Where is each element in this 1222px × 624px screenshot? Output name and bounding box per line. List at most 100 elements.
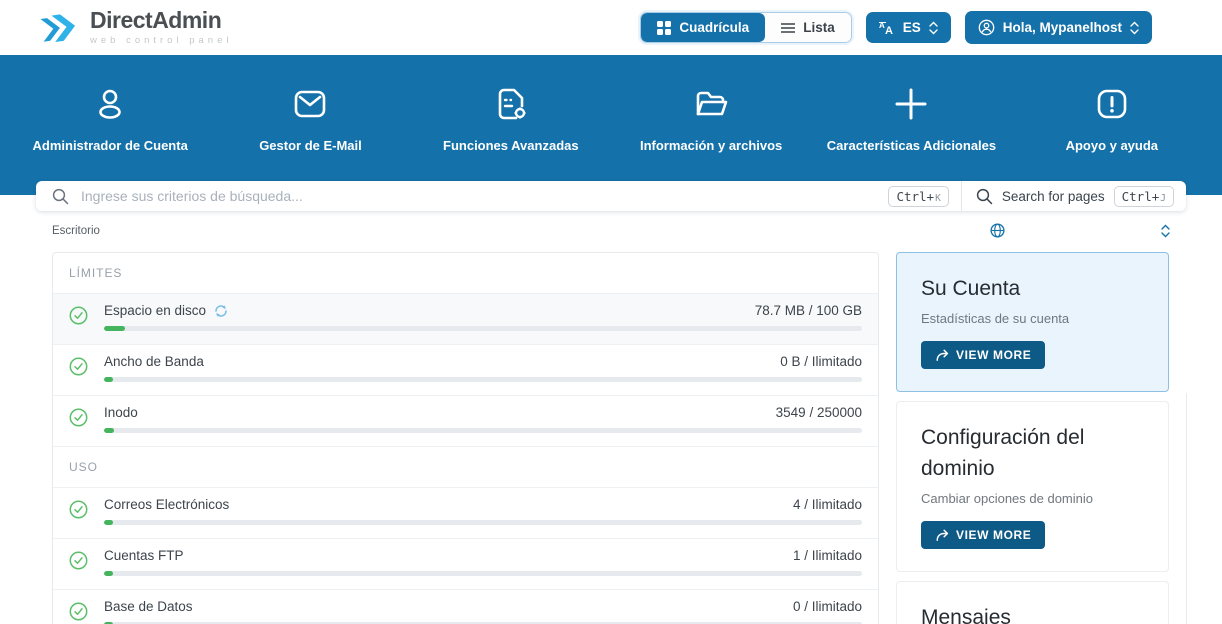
card-domain-setup: Configuración del dominio Cambiar opcion… bbox=[896, 401, 1169, 572]
grid-view-label: Cuadrícula bbox=[679, 20, 749, 35]
stat-label: Ancho de Banda bbox=[104, 354, 204, 369]
chevron-up-down-icon bbox=[1161, 224, 1170, 238]
view-more-label: VIEW MORE bbox=[956, 528, 1031, 542]
stat-label: Correos Electrónicos bbox=[104, 497, 229, 512]
card-your-account: Su Cuenta Estadísticas de su cuenta VIEW… bbox=[896, 252, 1169, 392]
breadcrumb[interactable]: Escritorio bbox=[52, 225, 100, 237]
stat-row-bandwidth[interactable]: Ancho de Banda 0 B / Ilimitado bbox=[53, 345, 878, 396]
search-icon bbox=[976, 188, 993, 205]
nav-item-email-manager[interactable]: Gestor de E-Mail bbox=[215, 83, 405, 153]
stat-row-emails[interactable]: Correos Electrónicos 4 / Ilimitado bbox=[53, 488, 878, 539]
global-search-bar: Ctrl+ K Search for pages Ctrl+ J bbox=[36, 181, 1186, 211]
nav-item-advanced-features[interactable]: Funciones Avanzadas bbox=[416, 83, 606, 153]
stat-value: 4 / Ilimitado bbox=[793, 497, 862, 512]
check-circle-icon bbox=[69, 551, 88, 576]
stat-row-inode[interactable]: Inodo 3549 / 250000 bbox=[53, 396, 878, 447]
card-title: Mensajes bbox=[921, 603, 1144, 624]
nav-item-label: Información y archivos bbox=[640, 138, 782, 153]
globe-icon bbox=[990, 223, 1005, 238]
check-circle-icon bbox=[69, 408, 88, 433]
progress-bar bbox=[104, 326, 862, 331]
stat-value: 78.7 MB / 100 GB bbox=[755, 303, 862, 318]
stats-card: LÍMITES Espacio en disco bbox=[52, 252, 879, 624]
view-toggle: Cuadrícula Lista bbox=[640, 12, 851, 43]
nav-item-info-files[interactable]: Información y archivos bbox=[616, 83, 806, 153]
user-icon bbox=[89, 83, 131, 125]
chevron-up-down-icon bbox=[1130, 21, 1139, 35]
page-search-label: Search for pages bbox=[1002, 189, 1105, 204]
document-gear-icon bbox=[490, 83, 532, 125]
stat-label: Inodo bbox=[104, 405, 138, 420]
quick-links-sidebar: Su Cuenta Estadísticas de su cuenta VIEW… bbox=[896, 252, 1169, 624]
stat-row-disk-space[interactable]: Espacio en disco 78.7 MB / 100 GB bbox=[53, 294, 878, 345]
nav-item-support-help[interactable]: Apoyo y ayuda bbox=[1017, 83, 1207, 153]
nav-item-label: Apoyo y ayuda bbox=[1066, 138, 1158, 153]
category-nav-band: Administrador de Cuenta Gestor de E-Mail bbox=[0, 55, 1222, 195]
stat-label: Base de Datos bbox=[104, 599, 193, 614]
check-circle-icon bbox=[69, 500, 88, 525]
shortcut-prefix: Ctrl+ bbox=[1122, 189, 1160, 204]
view-more-button[interactable]: VIEW MORE bbox=[921, 521, 1045, 549]
check-circle-icon bbox=[69, 357, 88, 382]
nav-item-extra-features[interactable]: Características Adicionales bbox=[816, 83, 1006, 153]
domain-name-placeholder bbox=[1015, 227, 1151, 235]
directadmin-chevrons-icon bbox=[38, 7, 80, 49]
shortcut-prefix: Ctrl+ bbox=[896, 189, 934, 204]
progress-bar bbox=[104, 428, 862, 433]
card-subtitle: Cambiar opciones de dominio bbox=[921, 491, 1144, 506]
nav-item-label: Gestor de E-Mail bbox=[259, 138, 362, 153]
shortcut-key: K bbox=[935, 193, 941, 204]
search-input[interactable] bbox=[81, 188, 878, 204]
language-selector-button[interactable]: A A ES bbox=[866, 12, 951, 43]
svg-text:A: A bbox=[885, 25, 893, 35]
folder-icon bbox=[690, 83, 732, 125]
list-view-button[interactable]: Lista bbox=[765, 13, 851, 42]
stat-label: Espacio en disco bbox=[104, 303, 206, 318]
stat-value: 0 / Ilimitado bbox=[793, 599, 862, 614]
search-shortcut-badge: Ctrl+ K bbox=[888, 186, 948, 207]
progress-bar bbox=[104, 377, 862, 382]
shortcut-key: J bbox=[1160, 193, 1166, 204]
stat-row-ftp-accounts[interactable]: Cuentas FTP 1 / Ilimitado bbox=[53, 539, 878, 590]
page-search-shortcut-badge: Ctrl+ J bbox=[1114, 186, 1174, 207]
progress-bar bbox=[104, 520, 862, 525]
redo-arrow-icon bbox=[935, 349, 949, 362]
brand-tagline: web control panel bbox=[90, 35, 232, 46]
exclamation-square-icon bbox=[1091, 83, 1133, 125]
check-circle-icon bbox=[69, 602, 88, 624]
grid-view-button[interactable]: Cuadrícula bbox=[641, 13, 765, 42]
view-more-button[interactable]: VIEW MORE bbox=[921, 341, 1045, 369]
content-right-divider bbox=[1186, 393, 1187, 624]
check-circle-icon bbox=[69, 306, 88, 331]
view-more-label: VIEW MORE bbox=[956, 348, 1031, 362]
user-circle-icon bbox=[978, 19, 995, 36]
user-menu-label: Hola, Mypanelhost bbox=[1003, 20, 1122, 35]
card-messages: Mensajes Messages, tickets and ticket re… bbox=[896, 581, 1169, 624]
nav-item-label: Funciones Avanzadas bbox=[443, 138, 579, 153]
card-subtitle: Estadísticas de su cuenta bbox=[921, 311, 1144, 326]
chevron-up-down-icon bbox=[929, 21, 938, 35]
top-header: DirectAdmin web control panel Cuadrícula bbox=[0, 0, 1222, 55]
brand-name: DirectAdmin bbox=[90, 9, 232, 32]
language-label: ES bbox=[903, 20, 921, 35]
redo-arrow-icon bbox=[935, 529, 949, 542]
stat-row-databases[interactable]: Base de Datos 0 / Ilimitado bbox=[53, 590, 878, 624]
user-menu-button[interactable]: Hola, Mypanelhost bbox=[965, 11, 1152, 44]
plus-icon bbox=[890, 83, 932, 125]
directadmin-logo[interactable]: DirectAdmin web control panel bbox=[38, 7, 232, 49]
grid-icon bbox=[657, 21, 671, 35]
section-title-limits: LÍMITES bbox=[53, 253, 878, 294]
stat-value: 1 / Ilimitado bbox=[793, 548, 862, 563]
stat-value: 0 B / Ilimitado bbox=[780, 354, 862, 369]
page-search[interactable]: Search for pages Ctrl+ J bbox=[962, 186, 1186, 207]
envelope-icon bbox=[289, 83, 331, 125]
refresh-icon[interactable] bbox=[214, 304, 228, 318]
nav-item-account-manager[interactable]: Administrador de Cuenta bbox=[15, 83, 205, 153]
nav-item-label: Administrador de Cuenta bbox=[33, 138, 188, 153]
list-icon bbox=[781, 22, 795, 34]
card-title: Su Cuenta bbox=[921, 274, 1144, 304]
translate-icon: A A bbox=[879, 20, 895, 35]
domain-selector[interactable] bbox=[990, 223, 1170, 238]
card-title: Configuración del dominio bbox=[921, 423, 1144, 484]
nav-item-label: Características Adicionales bbox=[827, 138, 996, 153]
